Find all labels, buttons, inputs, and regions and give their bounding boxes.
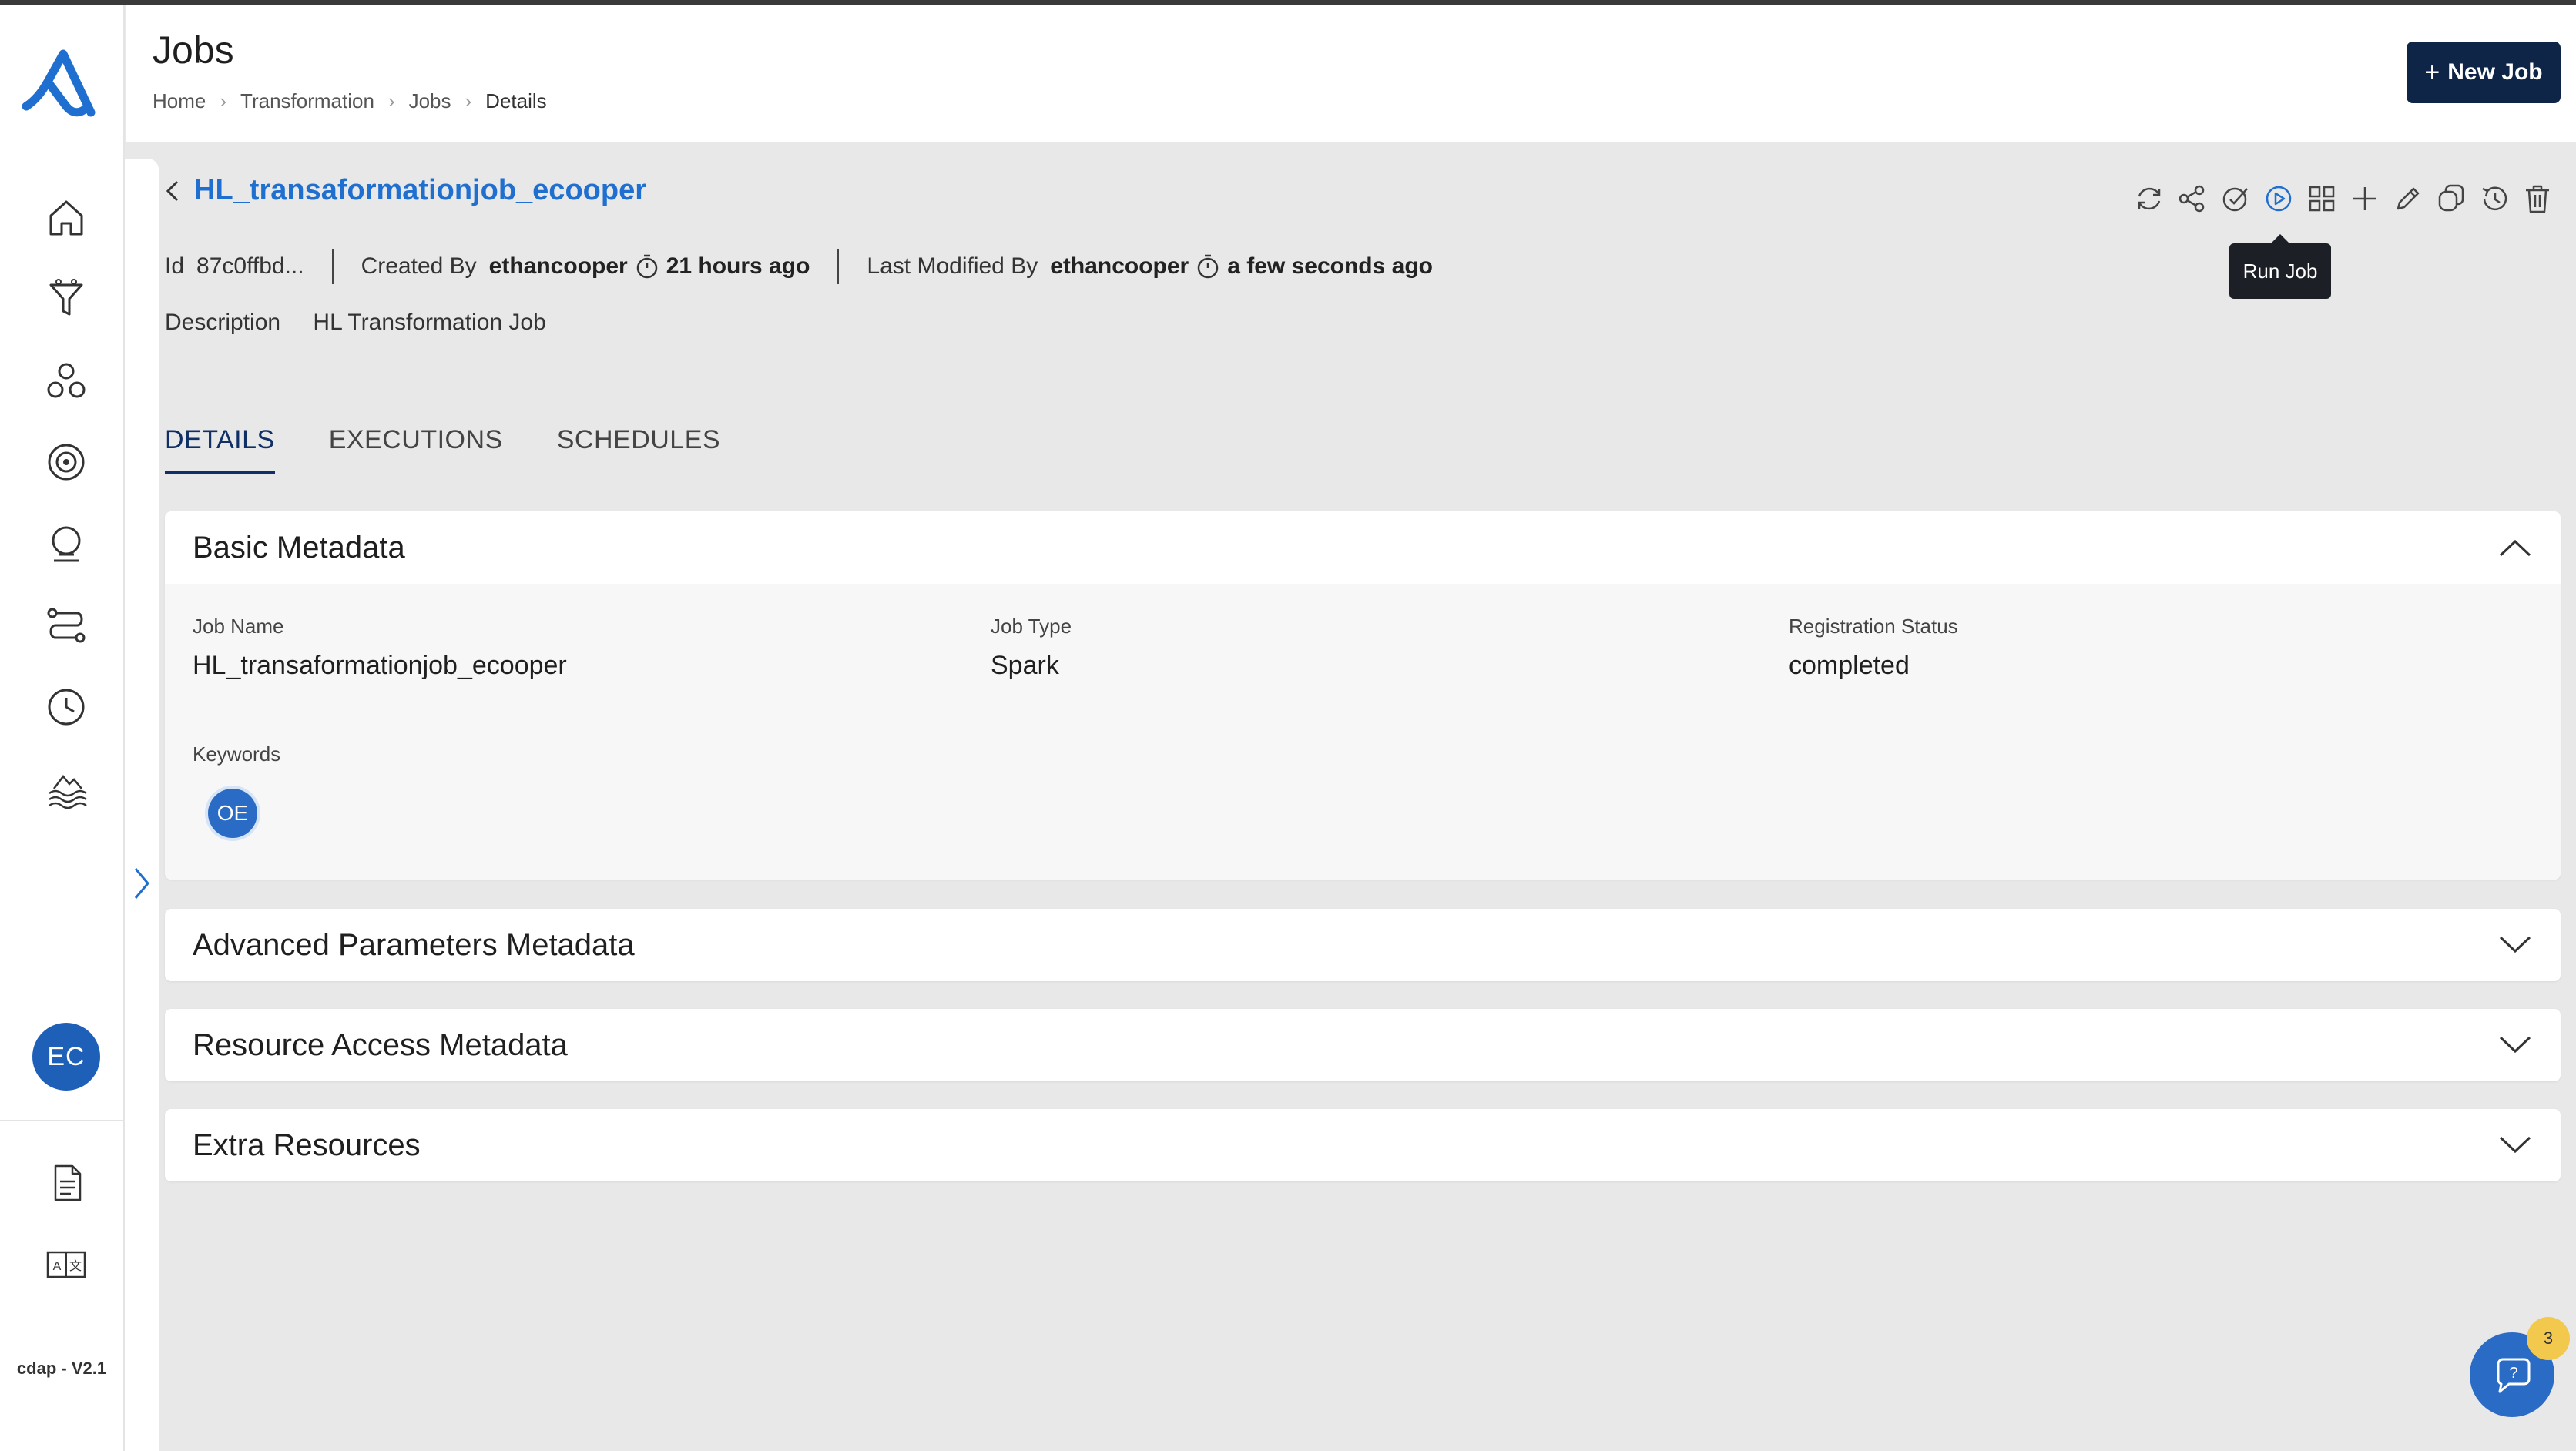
keyword-chip[interactable]: OE: [208, 789, 257, 838]
sidebar-collapse-rail: [125, 159, 159, 1451]
user-avatar[interactable]: EC: [32, 1023, 100, 1091]
basic-metadata-title: Basic Metadata: [193, 530, 405, 565]
timer-icon: [636, 254, 657, 279]
data-lake-icon[interactable]: [39, 761, 94, 816]
chevron-down-icon[interactable]: [2497, 934, 2533, 956]
refresh-icon[interactable]: [2128, 177, 2171, 220]
breadcrumb-jobs[interactable]: Jobs: [409, 89, 451, 113]
settings-target-icon[interactable]: [39, 434, 94, 490]
job-type-value: Spark: [991, 651, 1059, 680]
basic-metadata-panel: Basic Metadata Job Name HL_transaformati…: [165, 511, 2561, 880]
keywords-label: Keywords: [193, 742, 281, 766]
basic-metadata-header[interactable]: Basic Metadata: [165, 511, 2561, 584]
chevron-right-icon: ›: [465, 89, 472, 112]
copy-icon[interactable]: [2430, 177, 2473, 220]
job-heading: HL_transaformationjob_ecooper: [162, 174, 646, 207]
resource-access-header[interactable]: Resource Access Metadata: [165, 1009, 2561, 1081]
meta-separator: [331, 249, 334, 284]
job-toolbar: [2128, 177, 2559, 220]
detail-tabs: DETAILS EXECUTIONS SCHEDULES: [165, 425, 774, 474]
validate-icon[interactable]: [2214, 177, 2257, 220]
keywords-field: Keywords: [193, 742, 280, 766]
meta-separator: [837, 249, 840, 284]
job-name-label: Job Name: [193, 615, 284, 638]
add-icon[interactable]: [2343, 177, 2386, 220]
svg-text:文: 文: [69, 1259, 82, 1273]
share-icon[interactable]: [2171, 177, 2214, 220]
breadcrumb-transformation[interactable]: Transformation: [240, 89, 374, 113]
expand-sidebar-icon[interactable]: [129, 864, 153, 903]
run-job-tooltip: Run Job: [2229, 234, 2331, 299]
clusters-icon[interactable]: [39, 353, 94, 408]
tab-details[interactable]: DETAILS: [165, 425, 275, 474]
timer-icon: [1197, 254, 1219, 279]
advanced-parameters-title: Advanced Parameters Metadata: [193, 927, 635, 962]
job-type-field: Job Type Spark: [991, 615, 1072, 681]
sidebar-divider: [0, 1120, 123, 1121]
back-icon[interactable]: [162, 176, 183, 206]
funnel-icon[interactable]: [39, 271, 94, 327]
basic-metadata-body: Job Name HL_transaformationjob_ecooper J…: [165, 584, 2561, 880]
registration-status-value: completed: [1789, 651, 1910, 680]
chevron-right-icon: ›: [220, 89, 227, 112]
resource-access-title: Resource Access Metadata: [193, 1027, 568, 1062]
page-header: Jobs Home › Transformation › Jobs › Deta…: [126, 5, 2576, 142]
new-job-label: New Job: [2447, 59, 2543, 85]
created-by-label: Created By: [361, 253, 477, 279]
translate-icon[interactable]: A文: [39, 1237, 94, 1292]
job-meta: Id 87c0ffbd... Created By ethancooper 21…: [165, 248, 1433, 285]
help-chat-icon: ?: [2497, 1358, 2531, 1393]
breadcrumb-details: Details: [485, 89, 547, 112]
advanced-parameters-panel[interactable]: Advanced Parameters Metadata: [165, 909, 2561, 981]
sidebar: EC A文 cdap - V2.1: [0, 5, 125, 1451]
chevron-down-icon[interactable]: [2497, 1134, 2533, 1156]
id-label: Id: [165, 253, 185, 279]
svg-text:?: ?: [2509, 1365, 2517, 1382]
tab-schedules[interactable]: SCHEDULES: [557, 425, 720, 474]
modified-by-user: ethancooper: [1050, 253, 1189, 279]
modified-by-label: Last Modified By: [867, 253, 1038, 279]
clock-icon[interactable]: [39, 679, 94, 735]
plus-icon: +: [2424, 57, 2440, 87]
description-value: HL Transformation Job: [313, 310, 546, 335]
chevron-up-icon[interactable]: [2497, 537, 2533, 558]
pipeline-icon[interactable]: [39, 598, 94, 653]
description-label: Description: [165, 310, 281, 335]
modified-ago: a few seconds ago: [1227, 253, 1433, 279]
job-title: HL_transaformationjob_ecooper: [194, 174, 646, 206]
svg-text:A: A: [53, 1260, 62, 1273]
job-name-value: HL_transaformationjob_ecooper: [193, 651, 567, 680]
new-job-button[interactable]: + New Job: [2407, 42, 2561, 103]
tab-executions[interactable]: EXECUTIONS: [329, 425, 503, 474]
registration-status-field: Registration Status completed: [1789, 615, 1958, 681]
extra-resources-title: Extra Resources: [193, 1128, 421, 1162]
crystal-ball-icon[interactable]: [39, 516, 94, 571]
grid-icon[interactable]: [2300, 177, 2343, 220]
job-description: Description HL Transformation Job: [165, 310, 546, 336]
chevron-down-icon[interactable]: [2497, 1034, 2533, 1056]
app-version: cdap - V2.1: [16, 1359, 107, 1378]
notification-badge: 3: [2527, 1317, 2570, 1360]
created-ago: 21 hours ago: [666, 253, 810, 279]
document-icon[interactable]: [39, 1155, 94, 1211]
home-icon[interactable]: [39, 189, 94, 245]
extra-resources-panel[interactable]: Extra Resources: [165, 1109, 2561, 1181]
extra-resources-header[interactable]: Extra Resources: [165, 1109, 2561, 1181]
delete-icon[interactable]: [2516, 177, 2559, 220]
chevron-right-icon: ›: [387, 89, 395, 112]
registration-status-label: Registration Status: [1789, 615, 1958, 638]
breadcrumb-home[interactable]: Home: [153, 89, 206, 113]
app-logo[interactable]: [20, 46, 105, 123]
page-title: Jobs: [153, 28, 234, 72]
edit-icon[interactable]: [2386, 177, 2430, 220]
run-icon[interactable]: [2257, 177, 2300, 220]
id-value: 87c0ffbd...: [196, 253, 304, 279]
job-type-label: Job Type: [991, 615, 1072, 638]
history-icon[interactable]: [2473, 177, 2516, 220]
breadcrumb: Home › Transformation › Jobs › Details: [153, 89, 547, 113]
job-name-field: Job Name HL_transaformationjob_ecooper: [193, 615, 567, 681]
advanced-parameters-header[interactable]: Advanced Parameters Metadata: [165, 909, 2561, 981]
created-by-user: ethancooper: [488, 253, 628, 279]
resource-access-panel[interactable]: Resource Access Metadata: [165, 1009, 2561, 1081]
